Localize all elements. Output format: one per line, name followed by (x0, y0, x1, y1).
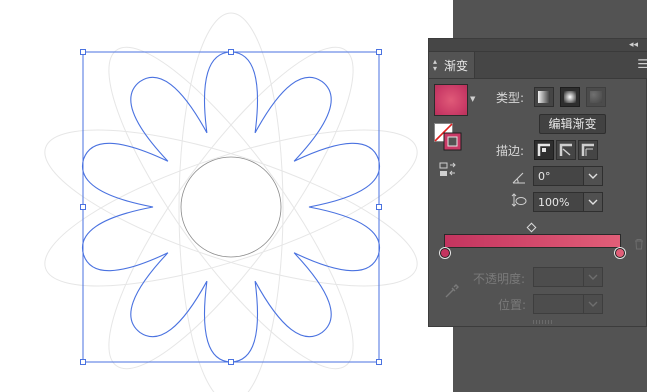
handle-middle-right[interactable] (376, 204, 382, 210)
aspect-ratio-dropdown[interactable] (583, 193, 602, 211)
stroke-across-button[interactable] (578, 140, 598, 160)
location-field[interactable] (533, 294, 603, 314)
eyedropper-icon[interactable] (443, 282, 461, 300)
handle-top-left[interactable] (80, 49, 86, 55)
selection-bounding-box[interactable] (80, 49, 382, 365)
type-label: 类型: (496, 91, 525, 105)
stroke-along-icon (559, 143, 572, 156)
chevron-down-icon (588, 199, 598, 205)
handle-top-center[interactable] (228, 49, 234, 55)
chevron-down-icon (588, 301, 598, 307)
gradient-swatch[interactable] (434, 84, 468, 116)
opacity-label: 不透明度: (473, 272, 526, 286)
location-dropdown[interactable] (583, 295, 602, 313)
gradient-stop-left[interactable] (440, 248, 450, 258)
stroke-across-icon (581, 143, 594, 156)
tab-gradient[interactable]: ▴ ▾ 渐变 (429, 52, 475, 78)
radial-gradient-icon (564, 91, 576, 103)
edit-gradient-button[interactable]: 编辑渐变 (539, 114, 606, 134)
collapse-icon[interactable]: ◂◂ (629, 39, 638, 51)
gradient-stop-right[interactable] (615, 248, 625, 258)
trash-icon[interactable] (633, 238, 645, 250)
gradient-slider[interactable] (444, 234, 621, 248)
tab-sort-icon: ▴ ▾ (433, 57, 438, 73)
handle-bottom-left[interactable] (80, 359, 86, 365)
angle-input[interactable] (536, 168, 584, 184)
ghost-flower-preview (44, 12, 418, 392)
linear-gradient-icon (538, 91, 550, 103)
handle-top-right[interactable] (376, 49, 382, 55)
chevron-down-icon (588, 173, 598, 179)
aspect-ratio-icon (511, 193, 527, 207)
fill-stroke-icon[interactable] (434, 123, 464, 153)
gradient-midpoint-diamond[interactable] (526, 222, 537, 233)
handle-bottom-center[interactable] (228, 359, 234, 365)
flower-center-circle[interactable] (180, 156, 282, 258)
stroke-within-button[interactable] (534, 140, 554, 160)
swap-icon[interactable] (439, 161, 457, 179)
aspect-ratio-field[interactable] (533, 192, 603, 212)
flower-shape[interactable] (81, 51, 381, 363)
freeform-gradient-button[interactable] (586, 87, 606, 107)
tab-gradient-label: 渐变 (444, 59, 469, 73)
freeform-gradient-icon (590, 91, 602, 103)
aspect-ratio-input[interactable] (536, 194, 584, 210)
angle-field[interactable] (533, 166, 603, 186)
angle-dropdown[interactable] (583, 167, 602, 185)
angle-icon (512, 172, 525, 184)
panel-menu-icon[interactable]: ☰ (637, 57, 647, 71)
opacity-dropdown[interactable] (583, 268, 602, 286)
stroke-within-icon (537, 143, 550, 156)
chevron-down-icon (588, 274, 598, 280)
gradient-panel: ◂◂ ▴ ▾ 渐变 ☰ ▼ 类型: 编辑渐变 描边: 0° 100% 不透明度:… (428, 38, 647, 327)
radial-gradient-button[interactable] (560, 87, 580, 107)
handle-middle-left[interactable] (80, 204, 86, 210)
location-label: 位置: (498, 298, 527, 312)
stroke-along-button[interactable] (556, 140, 576, 160)
opacity-field[interactable] (533, 267, 603, 287)
stroke-label: 描边: (496, 144, 525, 158)
panel-resize-grip[interactable] (533, 320, 553, 324)
linear-gradient-button[interactable] (534, 87, 554, 107)
panel-titlebar[interactable]: ◂◂ (429, 39, 647, 52)
handle-bottom-right[interactable] (376, 359, 382, 365)
panel-tabbar: ▴ ▾ 渐变 ☰ (429, 52, 647, 79)
chevron-down-icon[interactable]: ▼ (470, 95, 475, 103)
